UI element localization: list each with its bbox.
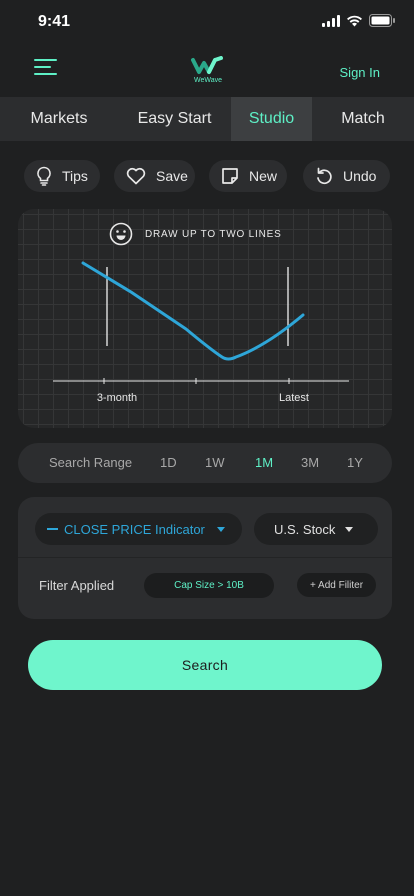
- market-label: U.S. Stock: [274, 521, 336, 537]
- status-time: 9:41: [38, 13, 71, 30]
- status-bar: 9:41: [0, 0, 414, 44]
- save-button[interactable]: Save: [114, 160, 195, 192]
- wifi-icon: [347, 15, 362, 26]
- new-button[interactable]: New: [209, 160, 287, 192]
- applied-filter-chip[interactable]: Cap Size > 10B: [144, 573, 274, 598]
- filter-applied-label: Filter Applied: [39, 578, 115, 593]
- drawing-canvas[interactable]: DRAW UP TO TWO LINES 3-month Latest: [18, 209, 392, 428]
- main-tabs: Markets Easy Start Studio Match: [0, 97, 414, 141]
- new-note-icon: [222, 168, 238, 184]
- new-label: New: [249, 168, 278, 184]
- filter-divider: [18, 557, 392, 558]
- range-option-1d[interactable]: 1D: [160, 455, 177, 470]
- chevron-down-icon: [216, 526, 225, 532]
- indicator-dropdown[interactable]: CLOSE PRICE Indicator: [35, 513, 242, 545]
- app-header: WeWave Sign In: [0, 44, 414, 97]
- line-legend-icon: [47, 528, 58, 530]
- undo-icon: [317, 167, 332, 185]
- marker-left-label: 3-month: [97, 392, 137, 404]
- wewave-logo-icon: [191, 56, 223, 74]
- lightbulb-icon: [37, 166, 51, 186]
- undo-button[interactable]: Undo: [303, 160, 390, 192]
- search-button[interactable]: Search: [28, 640, 382, 690]
- studio-toolbar: Tips Save New Undo: [24, 160, 390, 192]
- drawn-line[interactable]: [81, 261, 305, 361]
- chevron-down-icon: [345, 526, 354, 532]
- range-option-1y[interactable]: 1Y: [347, 455, 363, 470]
- range-option-1w[interactable]: 1W: [205, 455, 225, 470]
- tab-markets[interactable]: Markets: [0, 97, 118, 141]
- range-option-1m[interactable]: 1M: [255, 455, 273, 470]
- filter-panel: CLOSE PRICE Indicator U.S. Stock Filter …: [18, 497, 392, 619]
- status-icons: [322, 14, 396, 27]
- tips-label: Tips: [62, 168, 88, 184]
- battery-icon: [369, 14, 395, 27]
- drawing-chart: 3-month Latest: [53, 261, 349, 404]
- indicator-label: CLOSE PRICE Indicator: [64, 521, 205, 537]
- range-option-3m[interactable]: 3M: [301, 455, 319, 470]
- hamburger-menu-icon[interactable]: [34, 58, 58, 78]
- market-dropdown[interactable]: U.S. Stock: [254, 513, 378, 545]
- undo-label: Undo: [343, 168, 377, 184]
- logo-text: WeWave: [193, 77, 222, 84]
- wewave-logo: WeWave: [190, 56, 226, 86]
- add-filter-button[interactable]: + Add Filiter: [297, 573, 376, 597]
- tab-match[interactable]: Match: [312, 97, 414, 141]
- save-label: Save: [156, 168, 188, 184]
- search-range-label: Search Range: [49, 455, 133, 470]
- search-range-bar: Search Range 1D 1W 1M 3M 1Y: [18, 443, 392, 483]
- signal-icon: [322, 14, 340, 27]
- heart-icon: [126, 167, 146, 185]
- tab-studio[interactable]: Studio: [231, 97, 312, 141]
- sign-in-link[interactable]: Sign In: [340, 65, 380, 80]
- tips-button[interactable]: Tips: [24, 160, 100, 192]
- marker-right-label: Latest: [279, 392, 309, 404]
- tab-easy-start[interactable]: Easy Start: [118, 97, 231, 141]
